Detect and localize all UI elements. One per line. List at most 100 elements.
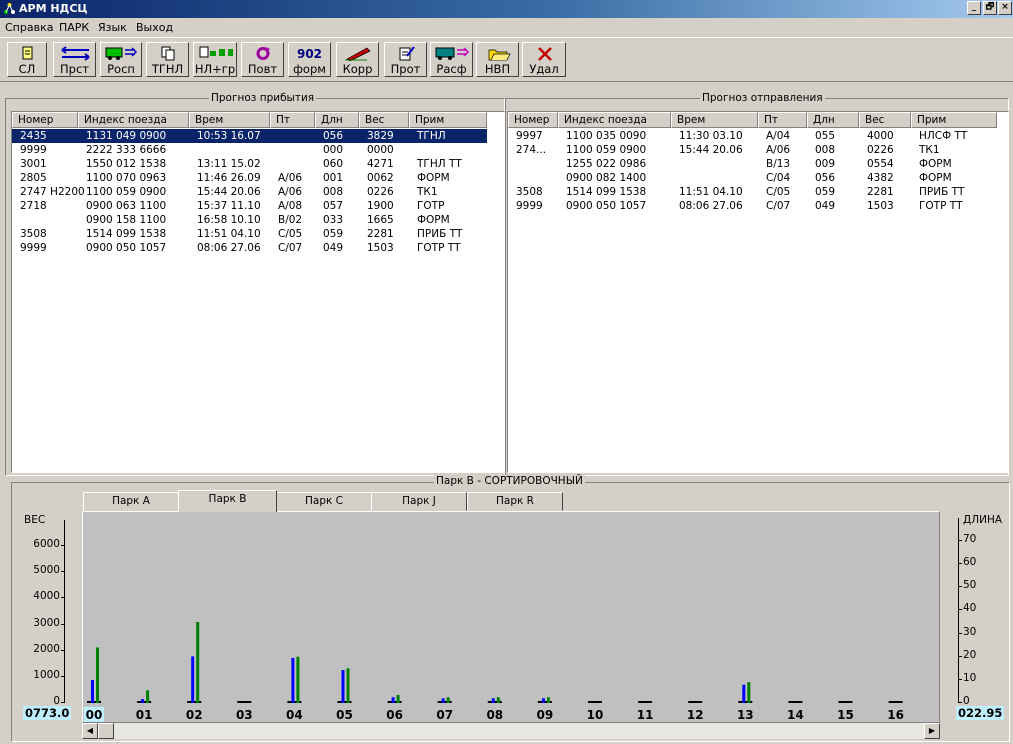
track-label: 14 (787, 708, 804, 722)
korr-button[interactable]: Корр (336, 42, 379, 77)
weight-bar (391, 697, 395, 703)
arrival-table[interactable]: Номер Индекс поезда Врем Пт Длн Вес Прим 2435 1… (11, 111, 505, 473)
right-tick-label: 10 (963, 671, 977, 684)
scroll-right-button[interactable]: ▶ (924, 723, 940, 739)
table-row[interactable]: 0900 082 1400 С/04 056 4382 ФОРМ (508, 171, 998, 185)
table-cell: 11:51 04.10 (197, 228, 261, 240)
tgnl-button[interactable]: ТГНЛ (146, 42, 189, 77)
departure-col-header[interactable]: Вес (859, 112, 911, 128)
rosp-button[interactable]: Росп (100, 42, 142, 77)
table-cell: 0000 (367, 144, 394, 156)
rasf-label: Расф (436, 62, 467, 76)
departure-col-header[interactable]: Пт (758, 112, 807, 128)
protocol-icon (399, 46, 415, 61)
povt-label: Повт (247, 62, 278, 76)
table-row[interactable]: 1255 022 0986 В/13 009 0554 ФОРМ (508, 157, 998, 171)
table-cell: ТК1 (417, 186, 438, 198)
table-cell: 1255 022 0986 (566, 158, 647, 170)
table-cell: 9999 (20, 242, 47, 254)
nlgr-button[interactable]: НЛ+гр (193, 42, 237, 77)
scroll-left-button[interactable]: ◀ (82, 723, 98, 739)
table-row[interactable]: 274... 1100 059 0900 15:44 20.06 А/06 008 022… (508, 143, 998, 157)
form-902-number: 902 (296, 47, 323, 61)
table-row[interactable]: 3508 1514 099 1538 11:51 04.10 С/05 059 2281 П… (12, 227, 487, 241)
table-cell: 049 (815, 200, 836, 212)
povt-button[interactable]: Повт (241, 42, 284, 77)
table-cell: 055 (815, 130, 836, 142)
table-cell: 4271 (367, 158, 394, 170)
title-bar: АРМ НДСЦ _ 🗗 × (0, 0, 1013, 18)
table-cell: 11:30 03.10 (679, 130, 743, 142)
table-row[interactable]: 2805 1100 070 0963 11:46 26.09 А/06 001 0062 Ф… (12, 171, 487, 185)
tab-park[interactable]: Парк А (83, 492, 179, 511)
length-bar (496, 697, 500, 703)
table-cell: 0554 (867, 158, 894, 170)
arrival-col-header[interactable]: Пт (270, 112, 315, 128)
arrival-col-header[interactable]: Прим (409, 112, 487, 128)
table-row[interactable]: 2435 1131 049 0900 10:53 16.07 056 3829 ТГНЛ (12, 129, 487, 143)
departure-title: Прогноз отправления (700, 92, 825, 104)
table-row[interactable]: 9999 0900 050 1057 08:06 27.06 С/07 049 1503 Г… (12, 241, 487, 255)
arrival-title: Прогноз прибытия (209, 92, 317, 104)
table-cell: 4000 (867, 130, 894, 142)
table-row[interactable]: 0900 158 1100 16:58 10.10 В/02 033 1665 ФОРМ (12, 213, 487, 227)
departure-col-header[interactable]: Номер (508, 112, 558, 128)
departure-col-header[interactable]: Индекс поезда (558, 112, 671, 128)
table-row[interactable]: 9999 2222 333 6666 000 0000 (12, 143, 487, 157)
length-bar (96, 647, 99, 703)
nvp-button[interactable]: НВП (476, 42, 519, 77)
track-label: 10 (587, 708, 604, 722)
tab-park[interactable]: Парк С (276, 492, 372, 511)
table-cell: 0900 082 1400 (566, 172, 647, 184)
table-cell: 9999 (20, 144, 47, 156)
tab-park[interactable]: Парк R (467, 492, 563, 511)
table-row[interactable]: 9997 1100 035 0090 11:30 03.10 А/04 055 4000 Н… (508, 129, 998, 143)
close-button[interactable]: × (998, 1, 1012, 15)
right-axis-line (958, 518, 959, 703)
arrival-col-header[interactable]: Длн (315, 112, 359, 128)
departure-table[interactable]: Номер Индекс поезда Врем Пт Длн Вес Прим 9997 1… (507, 111, 1009, 473)
table-row[interactable]: 3508 1514 099 1538 11:51 04.10 С/05 059 2281 П… (508, 185, 998, 199)
table-row[interactable]: 3001 1550 012 1538 13:11 15.02 060 4271 ТГНЛ … (12, 157, 487, 171)
form-902-button[interactable]: 902 форм (288, 42, 331, 77)
menu-exit[interactable]: Выход (136, 21, 173, 34)
departure-col-header[interactable]: Длн (807, 112, 859, 128)
arrival-col-header[interactable]: Вес (359, 112, 409, 128)
arrival-col-header[interactable]: Врем (189, 112, 270, 128)
table-cell: 11:51 04.10 (679, 186, 743, 198)
track-label: 07 (436, 708, 453, 722)
tab-park[interactable]: Парк J (371, 492, 467, 511)
prot-button[interactable]: Прот (384, 42, 427, 77)
nvp-label: НВП (484, 62, 511, 76)
rasf-button[interactable]: Расф (430, 42, 473, 77)
track-label: 01 (136, 708, 153, 722)
udal-button[interactable]: Удал (522, 42, 566, 77)
prst-button[interactable]: Прст (53, 42, 96, 77)
horizontal-scrollbar[interactable]: ◀ ▶ (82, 723, 940, 739)
left-tick-label: 1000 (33, 668, 60, 681)
table-cell: 060 (323, 158, 344, 170)
tab-park[interactable]: Парк В (178, 490, 277, 512)
track-label: 16 (887, 708, 904, 722)
departure-col-header[interactable]: Прим (911, 112, 997, 128)
menu-park[interactable]: ПАРК (59, 21, 89, 34)
right-axis-label: ДЛИНА (963, 514, 1003, 526)
table-cell: А/06 (766, 144, 791, 156)
sl-button[interactable]: СЛ (7, 42, 47, 77)
track-label: 15 (837, 708, 854, 722)
table-cell: 11:46 26.09 (197, 172, 261, 184)
track-label: 12 (687, 708, 704, 722)
length-bar (346, 668, 350, 703)
prot-label: Прот (390, 62, 421, 76)
menu-help[interactable]: Справка (5, 21, 53, 34)
scroll-thumb[interactable] (98, 723, 114, 739)
table-row[interactable]: 2718 0900 063 1100 15:37 11.10 А/08 057 1900 Г… (12, 199, 487, 213)
table-row[interactable]: 2747 Н2200 1100 059 0900 15:44 20.06 А/06 00… (12, 185, 487, 199)
table-row[interactable]: 9999 0900 050 1057 08:06 27.06 С/07 049 1503 Г… (508, 199, 998, 213)
menu-language[interactable]: Язык (98, 21, 127, 34)
restore-button[interactable]: 🗗 (983, 1, 997, 15)
departure-col-header[interactable]: Врем (671, 112, 758, 128)
arrival-col-header[interactable]: Индекс поезда (78, 112, 189, 128)
arrival-col-header[interactable]: Номер (12, 112, 78, 128)
minimize-button[interactable]: _ (967, 1, 981, 15)
